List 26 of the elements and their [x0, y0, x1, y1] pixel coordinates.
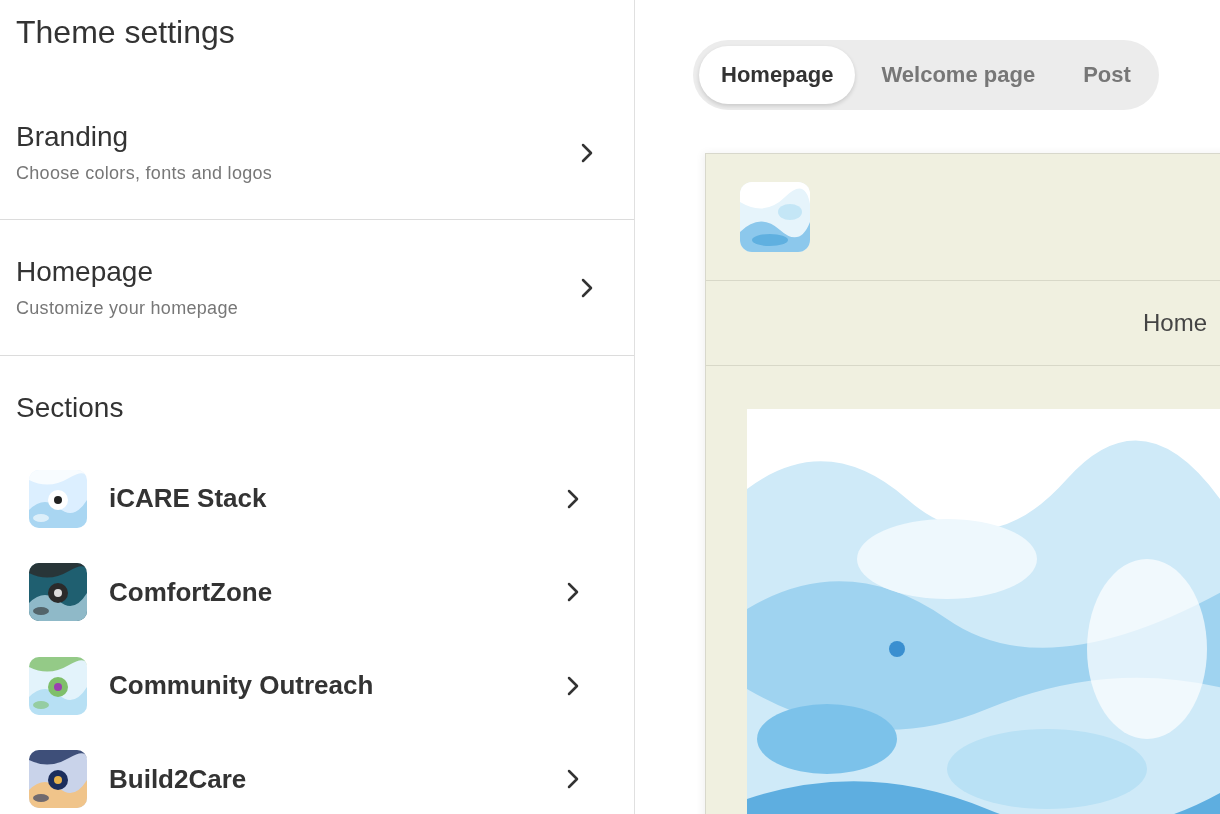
section-name: Build2Care — [109, 763, 248, 795]
chevron-right-icon — [566, 581, 580, 604]
tab[interactable]: Homepage — [699, 46, 856, 104]
settings-row[interactable]: Branding Choose colors, fonts and logos — [0, 86, 634, 220]
chevron-right-icon — [580, 141, 594, 164]
settings-row[interactable]: Homepage Customize your homepage — [0, 220, 634, 356]
section-item[interactable]: ComfortZone — [0, 545, 634, 639]
tab[interactable]: Post — [1061, 46, 1153, 104]
section-item[interactable]: iCARE Stack — [0, 452, 634, 546]
chevron-right-icon — [580, 276, 594, 299]
nav-link[interactable]: Home — [1143, 309, 1208, 337]
section-heading: Sections — [15, 391, 125, 425]
chevron-right-icon — [566, 768, 580, 791]
panel-title: Theme settings — [15, 13, 236, 52]
tab[interactable]: Welcome page — [859, 46, 1058, 104]
row-subtitle: Customize your homepage — [16, 298, 238, 319]
section-name: iCARE Stack — [109, 483, 268, 515]
row-subtitle: Choose colors, fonts and logos — [16, 163, 273, 184]
chevron-right-icon — [566, 487, 580, 510]
section-name: ComfortZone — [109, 576, 274, 608]
row-title: Branding — [16, 121, 130, 153]
section-item[interactable]: Community Outreach — [0, 639, 634, 733]
chevron-right-icon — [566, 674, 580, 697]
row-title: Homepage — [16, 256, 154, 288]
section-name: Community Outreach — [109, 670, 375, 702]
section-item[interactable]: Build2Care — [0, 732, 634, 814]
